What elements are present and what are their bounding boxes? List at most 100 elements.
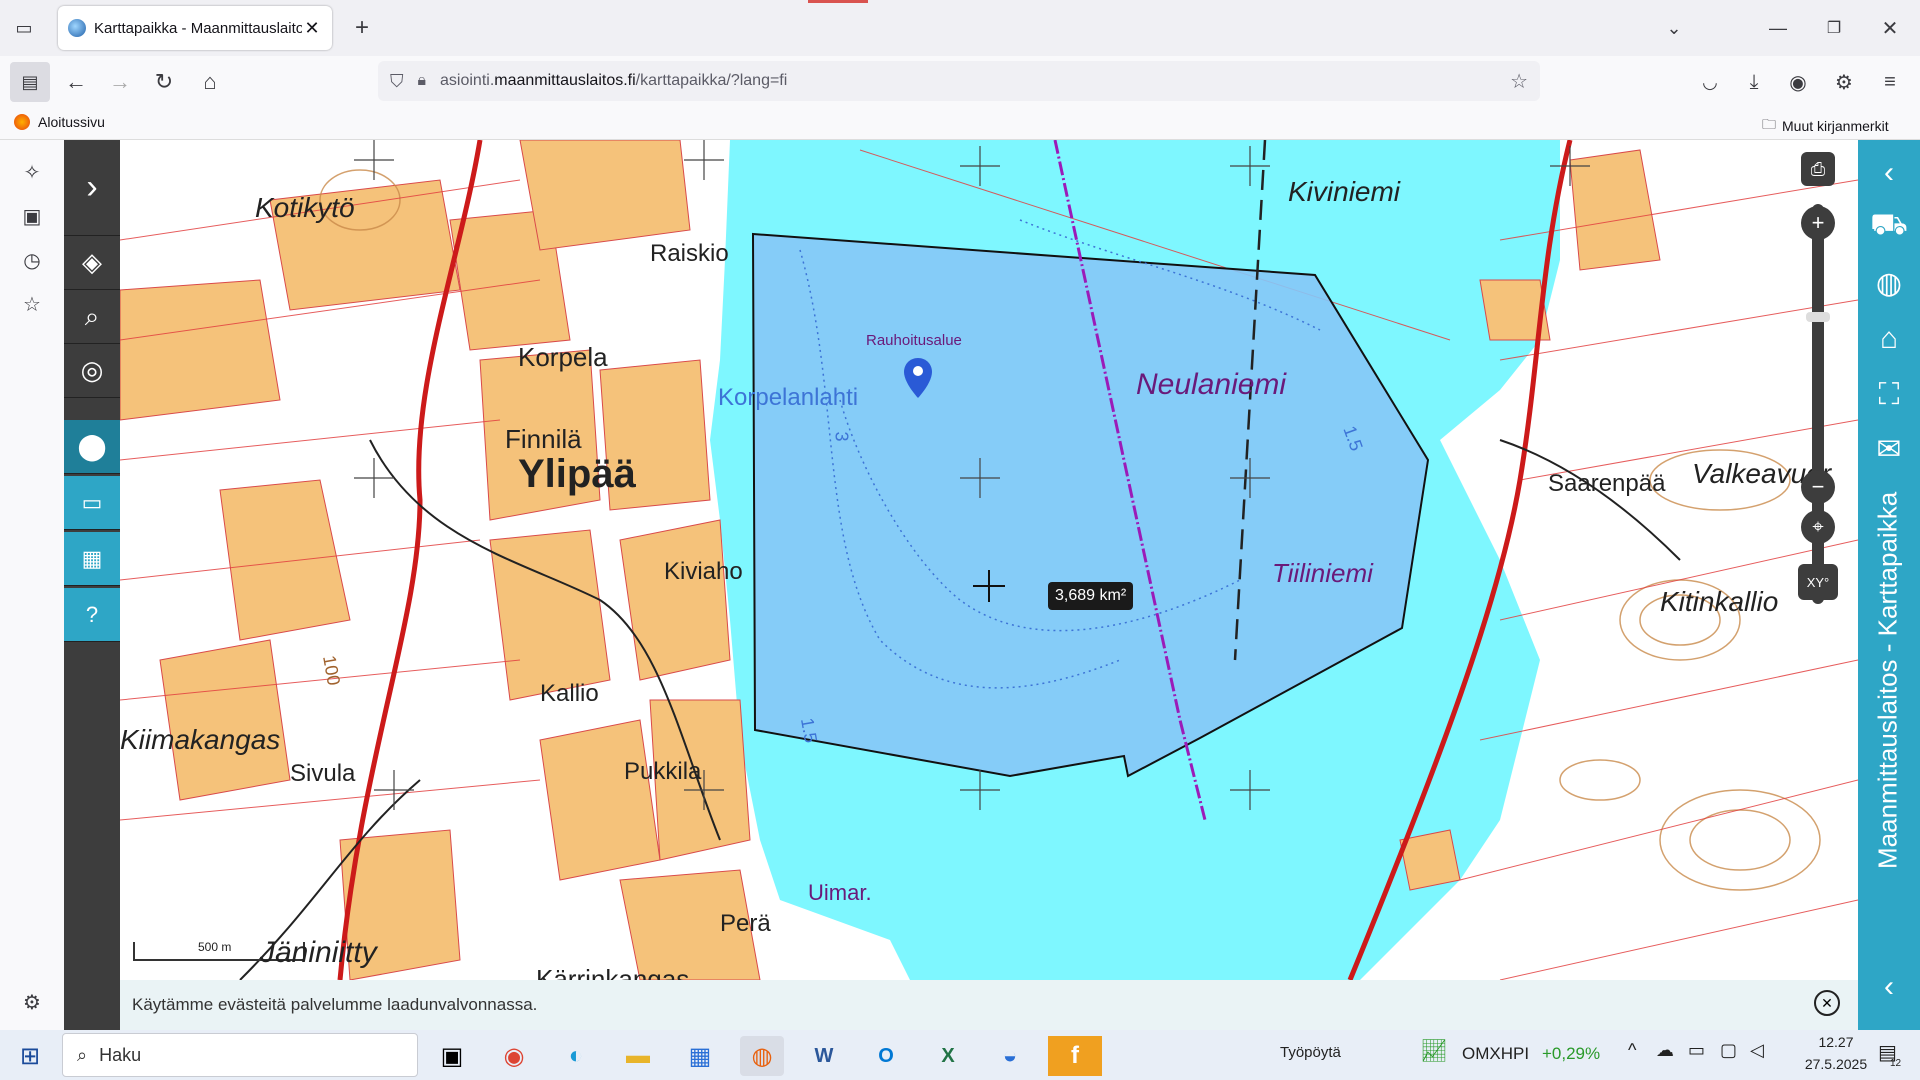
place-label: Finnilä bbox=[505, 424, 582, 454]
desktop-label[interactable]: Työpöytä bbox=[1280, 1044, 1341, 1061]
battery-icon[interactable]: ▭ bbox=[1688, 1040, 1705, 1061]
downloads-icon[interactable]: ⤓ bbox=[1734, 62, 1774, 102]
tracking-shield-icon[interactable]: ⛉ bbox=[390, 71, 404, 92]
synced-tabs-icon[interactable]: ▣ bbox=[16, 200, 48, 232]
search-icon: ⌕ bbox=[77, 1044, 88, 1065]
tab-active[interactable]: Karttapaikka - Maanmittauslaitos ✕ bbox=[58, 6, 332, 50]
area-label: Rauhoitusalue bbox=[866, 332, 962, 349]
zoom-slider-handle[interactable] bbox=[1806, 312, 1830, 322]
expand-panel-icon[interactable]: › bbox=[64, 140, 120, 236]
scale-label: 500 m bbox=[198, 940, 232, 954]
back-icon[interactable]: ← bbox=[56, 62, 96, 102]
area-measurement-tooltip: 3,689 km² bbox=[1048, 582, 1134, 610]
new-tab-button[interactable]: + bbox=[342, 8, 382, 48]
browser-sidebar: ✧ ▣ ◷ ☆ ⚙ bbox=[0, 140, 64, 1030]
onedrive-icon[interactable]: ☁ bbox=[1656, 1040, 1674, 1061]
close-window-icon[interactable]: ✕ bbox=[1870, 8, 1910, 48]
customize-icon[interactable]: ⚙ bbox=[16, 986, 48, 1018]
measure-ruler-icon[interactable]: ▭ bbox=[64, 476, 120, 530]
home-icon[interactable]: ⌂ bbox=[1864, 314, 1914, 364]
place-label: Uimar. bbox=[808, 880, 872, 905]
account-icon[interactable]: ◉ bbox=[1778, 62, 1818, 102]
taskbar-search[interactable]: ⌕ Haku bbox=[62, 1033, 418, 1077]
minimize-icon[interactable]: — bbox=[1758, 8, 1798, 48]
extensions-icon[interactable]: ⚙ bbox=[1824, 62, 1864, 102]
measure-area-icon[interactable]: ▦ bbox=[64, 532, 120, 586]
bookmarks-icon[interactable]: ☆ bbox=[16, 288, 48, 320]
map-pin-icon[interactable]: ⛶ bbox=[1864, 370, 1914, 420]
bookmark-label: Aloitussivu bbox=[38, 114, 105, 130]
chrome-icon[interactable]: ◉ bbox=[492, 1036, 536, 1076]
forward-icon[interactable]: → bbox=[100, 62, 140, 102]
water-label: Korpelanlahti bbox=[718, 384, 859, 411]
app-icon[interactable]: ◒ bbox=[988, 1036, 1032, 1076]
menu-icon[interactable]: ≡ bbox=[1870, 62, 1910, 102]
excel-icon[interactable]: X bbox=[926, 1036, 970, 1076]
place-label: Neulaniemi bbox=[1136, 368, 1287, 401]
windows-start-icon[interactable]: ⊞ bbox=[8, 1036, 52, 1076]
cart-icon[interactable]: ⛟ bbox=[1864, 202, 1914, 252]
place-label: Tiiliniemi bbox=[1272, 558, 1373, 588]
search-placeholder: Haku bbox=[99, 1044, 142, 1065]
ai-chat-icon[interactable]: ✧ bbox=[16, 156, 48, 188]
map-canvas[interactable]: Kotikytö Raiskio Korpela Finnilä Ylipää … bbox=[120, 140, 1858, 980]
place-label: Kiimakangas bbox=[120, 724, 281, 755]
notification-count: 12 bbox=[1890, 1058, 1902, 1069]
tab-overview-icon[interactable]: ▭ bbox=[4, 8, 44, 48]
tray-overflow-icon[interactable]: ^ bbox=[1628, 1040, 1636, 1061]
search-icon[interactable]: ⌕ bbox=[64, 290, 120, 344]
browser-tab-bar: ▭ Karttapaikka - Maanmittauslaitos ✕ + ⌄… bbox=[0, 0, 1920, 56]
map-tools-panel: › ◈ ⌕ ◎ ⬤ ▭ ▦ ? bbox=[64, 140, 120, 1030]
sidebar-toggle-icon[interactable]: ▤ bbox=[10, 62, 50, 102]
clock-time[interactable]: 12.27 bbox=[1804, 1034, 1868, 1050]
hide-icon[interactable]: ◎ bbox=[64, 344, 120, 398]
edge-icon[interactable]: ◐ bbox=[554, 1036, 598, 1076]
place-label: Ylipää bbox=[518, 452, 636, 496]
site-favicon-icon bbox=[68, 19, 86, 37]
restore-icon[interactable]: ❐ bbox=[1814, 8, 1854, 48]
stock-change: +0,29% bbox=[1542, 1044, 1601, 1063]
store-icon[interactable]: ▦ bbox=[678, 1036, 722, 1076]
cookie-close-icon[interactable]: ✕ bbox=[1814, 990, 1840, 1016]
list-all-tabs-icon[interactable]: ⌄ bbox=[1654, 8, 1694, 48]
word-icon[interactable]: W bbox=[802, 1036, 846, 1076]
finance-app-icon[interactable]: f bbox=[1048, 1036, 1102, 1076]
network-icon[interactable]: ▢ bbox=[1720, 1040, 1737, 1061]
location-pin-icon[interactable]: ⬤ bbox=[64, 420, 120, 474]
file-explorer-icon[interactable]: ▬ bbox=[616, 1036, 660, 1076]
reload-icon[interactable]: ↻ bbox=[144, 62, 184, 102]
print-icon[interactable]: ⎙ bbox=[1801, 152, 1835, 186]
url-host: asiointi. bbox=[440, 72, 495, 89]
collapse-bottom-icon[interactable]: ‹ bbox=[1864, 962, 1914, 1012]
collapse-panel-icon[interactable]: ‹ bbox=[1864, 148, 1914, 198]
outlook-icon[interactable]: O bbox=[864, 1036, 908, 1076]
task-view-icon[interactable]: ▣ bbox=[430, 1036, 474, 1076]
stock-name[interactable]: OMXHPI bbox=[1462, 1044, 1529, 1064]
place-label: Kiviaho bbox=[664, 558, 743, 585]
bookmark-other-folder[interactable]: 🗀︎ Muut kirjanmerkit bbox=[1762, 114, 1889, 138]
home-icon[interactable]: ⌂ bbox=[190, 62, 230, 102]
history-icon[interactable]: ◷ bbox=[16, 244, 48, 276]
zoom-in-button[interactable]: + bbox=[1801, 206, 1835, 240]
bookmarks-bar: Aloitussivu 🗀︎ Muut kirjanmerkit bbox=[0, 108, 1920, 140]
place-label: Perä bbox=[720, 910, 771, 937]
pocket-icon[interactable]: ◡ bbox=[1690, 62, 1730, 102]
bookmark-aloitussivu[interactable]: Aloitussivu bbox=[14, 114, 105, 130]
place-label: Raiskio bbox=[650, 240, 729, 267]
close-tab-icon[interactable]: ✕ bbox=[302, 18, 322, 39]
bookmark-star-icon[interactable]: ☆ bbox=[1510, 69, 1528, 94]
globe-icon[interactable]: ◍ bbox=[1864, 258, 1914, 308]
stock-chart-icon: 📈︎ bbox=[1420, 1038, 1448, 1063]
lock-icon[interactable]: 🔒︎ bbox=[418, 72, 427, 90]
clock-date[interactable]: 27.5.2025 bbox=[1796, 1056, 1876, 1072]
help-icon[interactable]: ? bbox=[64, 588, 120, 642]
place-label: Kitinkallio bbox=[1660, 586, 1779, 617]
address-bar[interactable]: ⛉ 🔒︎ asiointi. maanmittauslaitos.fi/kartt… bbox=[378, 61, 1540, 101]
coordinate-tool-button[interactable]: XY° bbox=[1798, 564, 1838, 600]
firefox-taskbar-icon[interactable]: ◍ bbox=[740, 1036, 784, 1076]
layers-icon[interactable]: ◈ bbox=[64, 236, 120, 290]
tab-loading-indicator bbox=[808, 0, 868, 3]
locate-me-icon[interactable]: ⌖ bbox=[1801, 510, 1835, 544]
volume-icon[interactable]: ◁ bbox=[1750, 1040, 1764, 1061]
zoom-out-button[interactable]: − bbox=[1801, 470, 1835, 504]
